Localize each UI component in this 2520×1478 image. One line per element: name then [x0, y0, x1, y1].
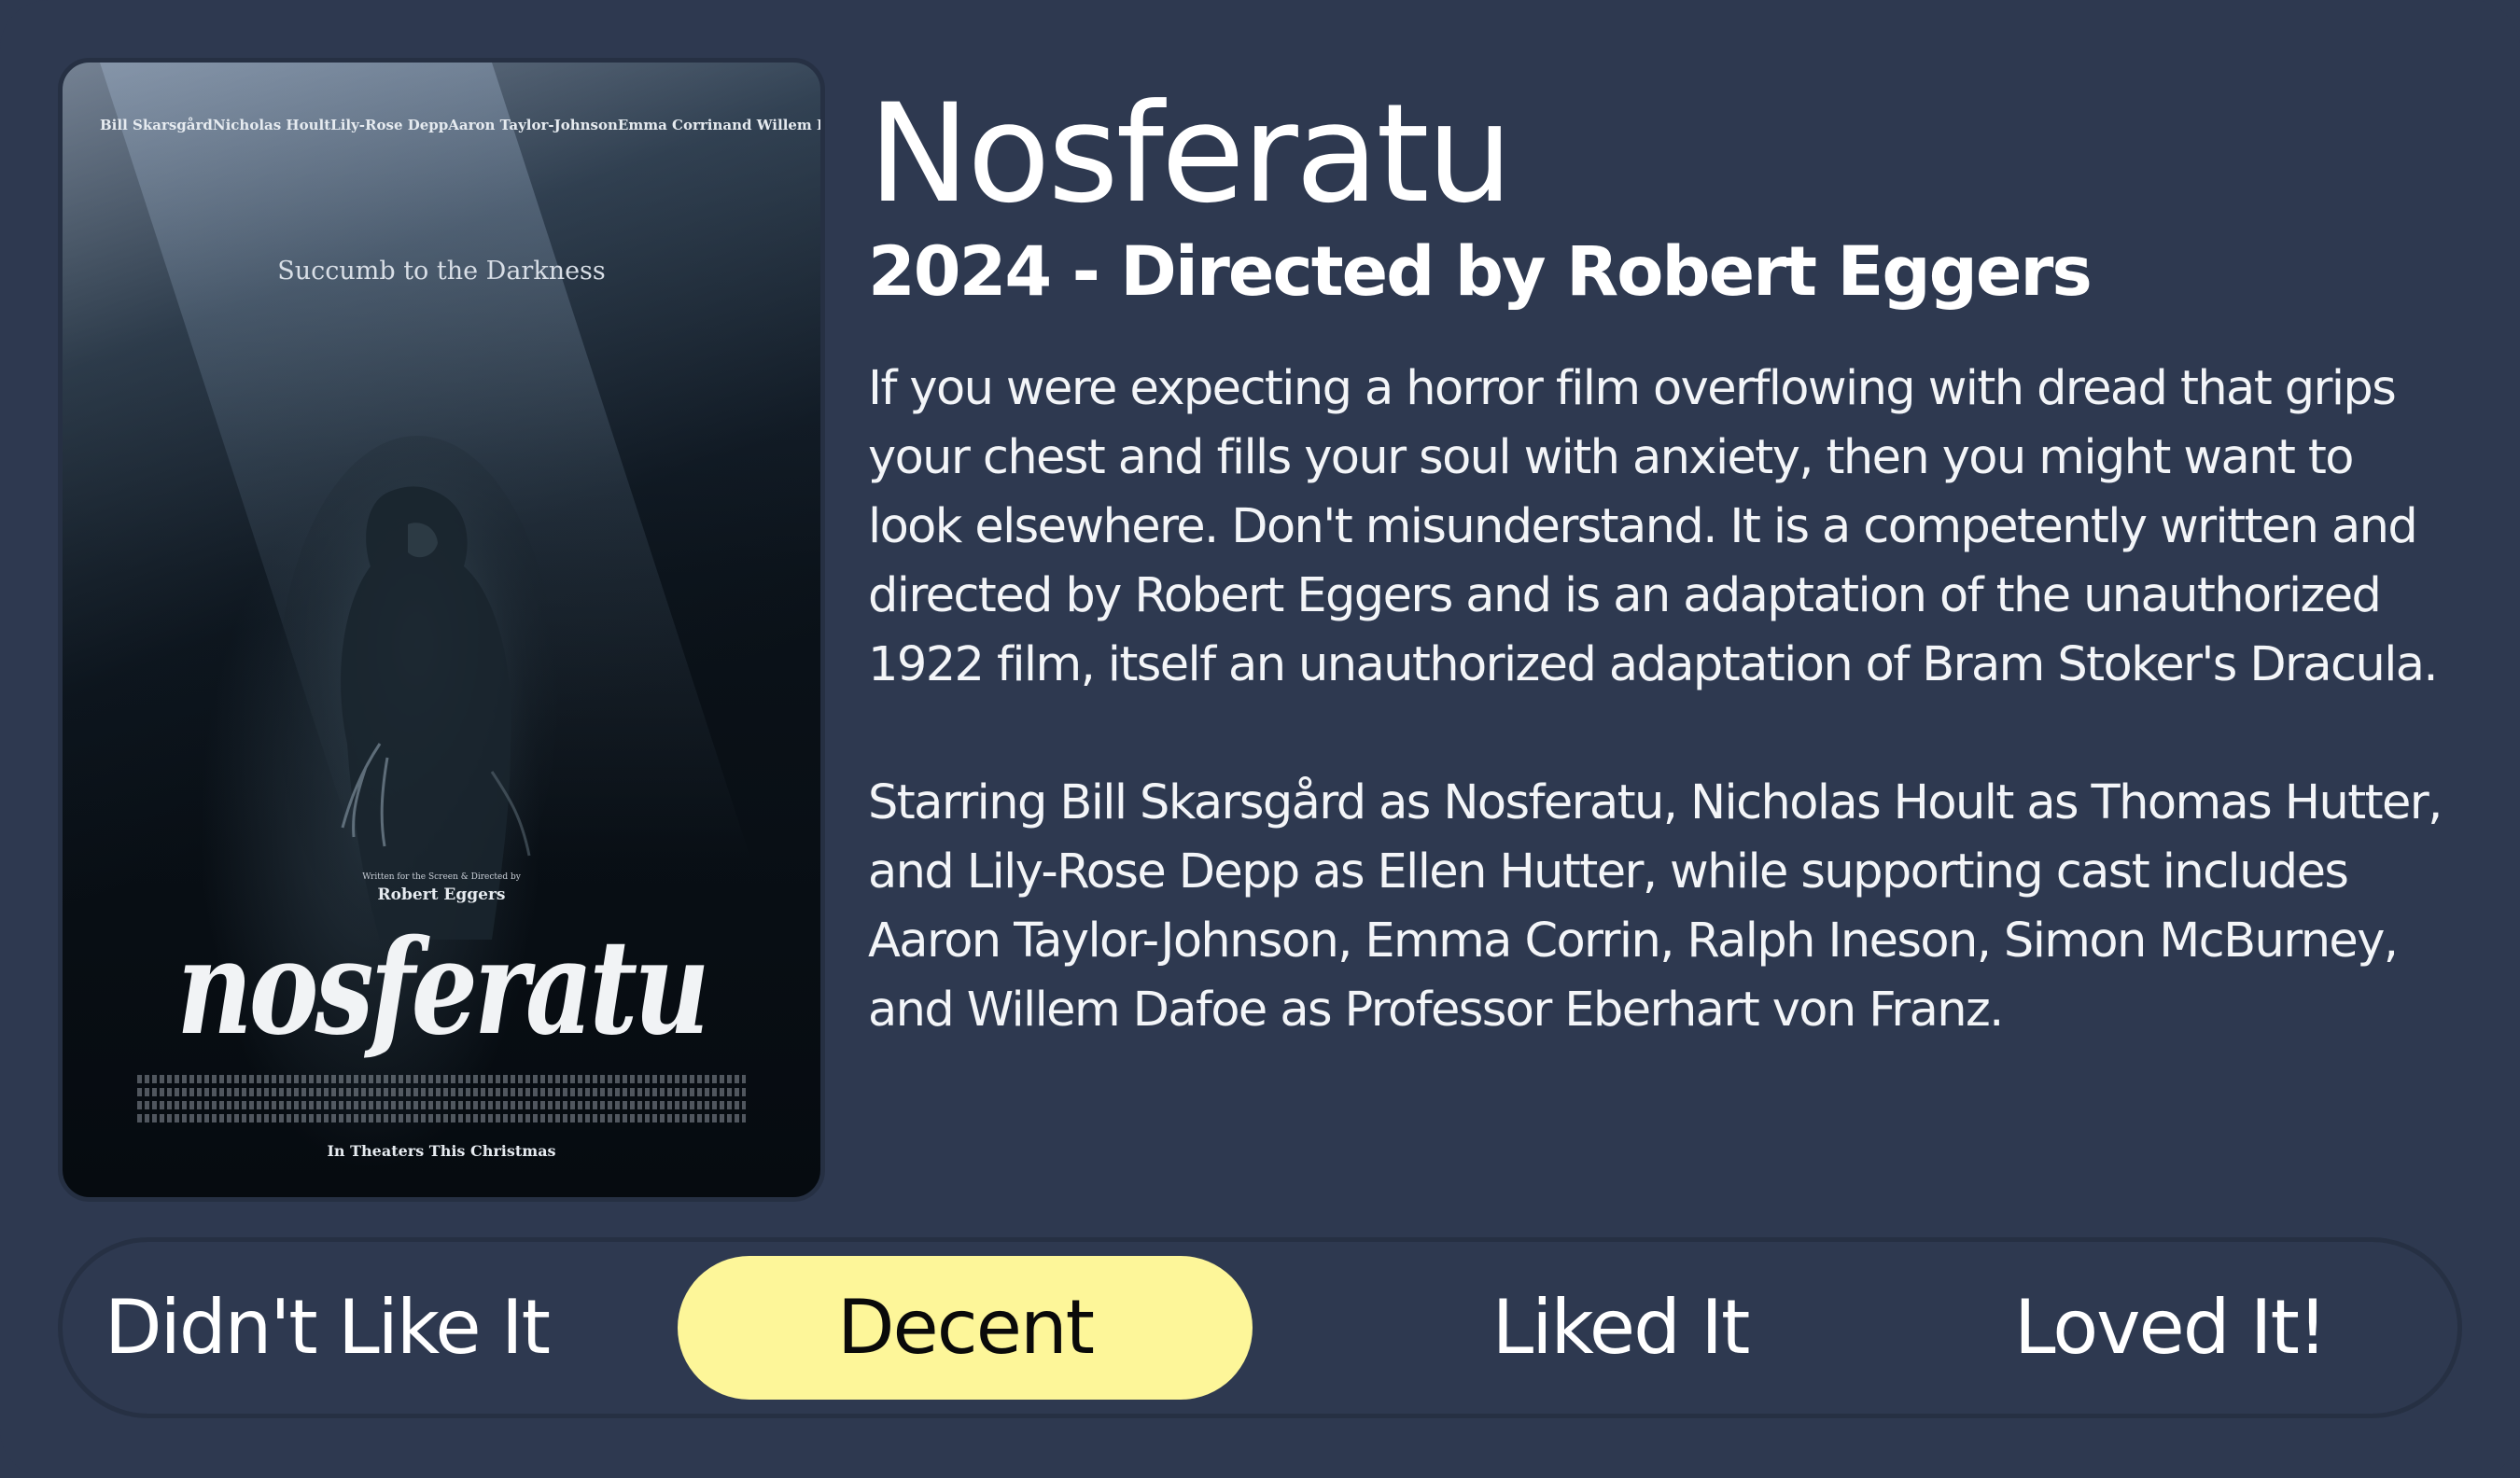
- movie-poster: Bill Skarsgård Nicholas Hoult Lily-Rose …: [58, 58, 825, 1202]
- poster-release-text: In Theaters This Christmas: [327, 1142, 556, 1160]
- poster-cast-name: Aaron Taylor-Johnson: [448, 117, 618, 133]
- rating-loved-button[interactable]: Loved It!: [1983, 1256, 2357, 1400]
- rating-decent-button[interactable]: Decent: [678, 1256, 1253, 1400]
- review-text: If you were expecting a horror film over…: [868, 355, 2455, 1045]
- poster-cast-name: Nicholas Hoult: [212, 117, 331, 133]
- movie-review-card: Bill Skarsgård Nicholas Hoult Lily-Rose …: [0, 0, 2520, 1478]
- review-paragraph: If you were expecting a horror film over…: [868, 361, 2439, 692]
- poster-tagline: Succumb to the Darkness: [277, 257, 606, 286]
- poster-cast-name: Bill Skarsgård: [100, 117, 213, 133]
- poster-cast-line: Bill Skarsgård Nicholas Hoult Lily-Rose …: [100, 117, 820, 133]
- poster-title-logo: nosferatu: [176, 912, 709, 1065]
- poster-billing-block: [137, 1075, 746, 1127]
- poster-credit-text: Written for the Screen & Directed by: [362, 872, 521, 882]
- review-paragraph: Starring Bill Skarsgård as Nosferatu, Ni…: [868, 775, 2443, 1038]
- rating-liked-button[interactable]: Liked It: [1410, 1256, 1830, 1400]
- movie-title: Nosferatu: [868, 75, 1513, 233]
- poster-cast-name: Lily-Rose Depp: [330, 117, 449, 133]
- poster-director-name: Robert Eggers: [377, 885, 506, 904]
- rating-selector: Didn't Like It Decent Liked It Loved It!: [58, 1237, 2462, 1418]
- movie-subtitle: 2024 - Directed by Robert Eggers: [868, 232, 2093, 312]
- rating-didnt-like-button[interactable]: Didn't Like It: [105, 1256, 551, 1400]
- poster-cast-name: and Willem Dafoe: [722, 117, 820, 133]
- poster-cast-name: Emma Corrin: [617, 117, 723, 133]
